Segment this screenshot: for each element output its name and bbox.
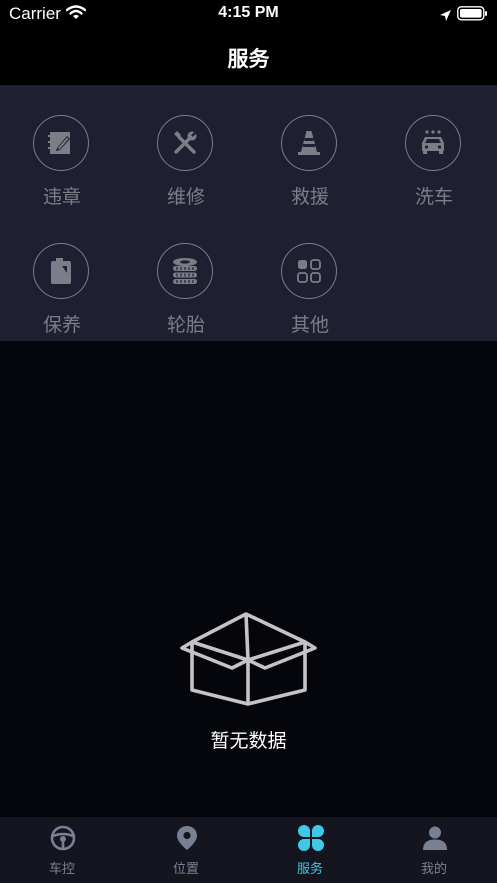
violation-notebook-icon	[33, 115, 89, 171]
repair-tools-icon	[157, 115, 213, 171]
service-label: 救援	[290, 186, 329, 208]
tab-services[interactable]: 服务	[248, 817, 372, 883]
oil-can-icon	[33, 243, 89, 299]
service-grid: 违章 维修 救援 洗车 保养 轮胎 其他	[0, 85, 497, 341]
tire-stack-icon	[157, 243, 213, 299]
tab-location[interactable]: 位置	[124, 817, 248, 883]
nav-bar: 服务	[0, 30, 497, 85]
service-label: 保养	[42, 314, 81, 336]
tab-label: 车控	[48, 862, 75, 877]
traffic-cone-icon	[281, 115, 337, 171]
status-time: 4:15 PM	[218, 4, 279, 21]
four-leaf-icon	[298, 825, 324, 851]
location-pin-icon	[177, 826, 197, 850]
tab-vehicle-control[interactable]: 车控	[0, 817, 124, 883]
service-item-car-wash[interactable]: 洗车	[372, 85, 496, 208]
service-item-repair[interactable]: 维修	[124, 85, 248, 208]
tab-mine[interactable]: 我的	[372, 817, 496, 883]
service-item-other[interactable]: 其他	[248, 213, 372, 336]
empty-box-icon	[180, 610, 317, 710]
service-label: 轮胎	[166, 314, 205, 336]
service-item-violation[interactable]: 违章	[0, 85, 124, 208]
battery-icon	[457, 6, 488, 25]
service-item-tires[interactable]: 轮胎	[124, 213, 248, 336]
tab-label: 我的	[420, 862, 447, 877]
service-label: 维修	[166, 186, 205, 208]
service-label: 违章	[42, 186, 81, 208]
tab-label: 位置	[172, 862, 199, 877]
empty-state-text: 暂无数据	[210, 730, 287, 752]
status-bar: Carrier 4:15 PM	[0, 0, 497, 30]
location-arrow-icon	[439, 7, 452, 26]
grid-dots-icon	[281, 243, 337, 299]
service-label: 洗车	[414, 186, 453, 208]
service-label: 其他	[290, 314, 329, 336]
steering-wheel-icon	[50, 825, 76, 851]
service-item-rescue[interactable]: 救援	[248, 85, 372, 208]
tab-bar: 车控 位置 服务 我的	[0, 817, 497, 883]
user-icon	[423, 826, 447, 850]
car-wash-icon	[405, 115, 461, 171]
service-item-maintenance[interactable]: 保养	[0, 213, 124, 336]
tab-label: 服务	[296, 862, 323, 877]
page-title: 服务	[227, 47, 270, 71]
